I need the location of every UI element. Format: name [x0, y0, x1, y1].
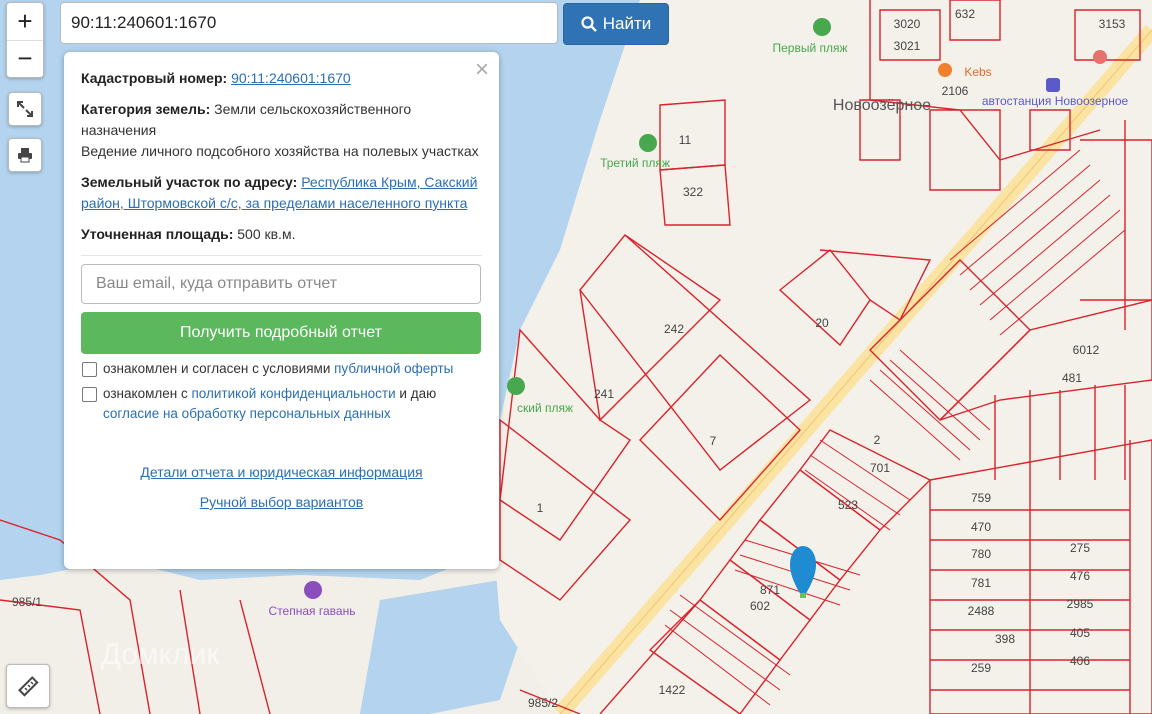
address-row: Земельный участок по адресу: Республика … — [81, 172, 482, 214]
svg-text:523: 523 — [838, 498, 858, 512]
offer-checkbox[interactable] — [82, 362, 97, 377]
svg-text:Домклик: Домклик — [101, 638, 221, 671]
svg-text:Kebs: Kebs — [964, 65, 991, 79]
svg-text:259: 259 — [971, 661, 991, 675]
svg-text:405: 405 — [1070, 626, 1090, 640]
svg-text:ский пляж: ский пляж — [517, 401, 573, 415]
svg-text:985/1: 985/1 — [12, 595, 42, 609]
svg-text:2488: 2488 — [968, 604, 995, 618]
svg-text:781: 781 — [971, 576, 991, 590]
svg-text:871: 871 — [760, 583, 780, 597]
svg-text:602: 602 — [750, 599, 770, 613]
privacy-policy-link[interactable]: политикой конфиденциальности — [191, 386, 395, 401]
area-value: 500 кв.м. — [237, 226, 296, 242]
close-icon[interactable]: × — [475, 56, 489, 84]
svg-text:Третий пляж: Третий пляж — [600, 156, 670, 170]
svg-text:Первый пляж: Первый пляж — [772, 41, 847, 55]
search-icon — [581, 16, 597, 32]
printer-icon — [18, 148, 32, 163]
cadastral-label: Кадастровый номер: — [81, 70, 228, 86]
category-label: Категория земель: — [81, 101, 211, 117]
email-field[interactable]: Ваш email, куда отправить отчет — [81, 264, 481, 304]
svg-text:автостанция Новоозерное: автостанция Новоозерное — [982, 94, 1129, 108]
svg-text:2: 2 — [874, 433, 881, 447]
area-row: Уточненная площадь: 500 кв.м. — [81, 224, 482, 245]
svg-text:406: 406 — [1070, 654, 1090, 668]
svg-text:11: 11 — [679, 133, 692, 147]
offer-link[interactable]: публичной оферты — [334, 361, 453, 376]
get-report-button[interactable]: Получить подробный отчет — [81, 312, 481, 354]
details-link[interactable]: Детали отчета и юридическая информация — [140, 464, 422, 480]
svg-text:7: 7 — [710, 434, 717, 448]
svg-text:2985: 2985 — [1067, 597, 1094, 611]
divider — [81, 255, 482, 256]
zoom-out-button[interactable]: − — [7, 41, 43, 78]
svg-text:241: 241 — [594, 387, 614, 401]
data-processing-link[interactable]: согласие на обработку персональных данны… — [103, 406, 391, 421]
cadastral-link[interactable]: 90:11:240601:1670 — [231, 70, 351, 86]
ruler-button[interactable] — [6, 664, 50, 708]
svg-text:3153: 3153 — [1099, 17, 1126, 31]
svg-text:322: 322 — [683, 185, 703, 199]
svg-text:632: 632 — [955, 7, 975, 21]
svg-text:Новоозёрное: Новоозёрное — [833, 97, 931, 114]
svg-text:759: 759 — [971, 491, 991, 505]
zoom-control: + − — [6, 2, 44, 78]
search-button-label: Найти — [602, 14, 652, 33]
svg-text:701: 701 — [870, 461, 890, 475]
ruler-icon — [18, 676, 39, 697]
category-row: Категория земель: Земли сельскохозяйстве… — [81, 99, 482, 162]
svg-text:2106: 2106 — [942, 84, 969, 98]
offer-consent[interactable]: ознакомлен и согласен с условиями публич… — [81, 359, 482, 379]
svg-text:476: 476 — [1070, 569, 1090, 583]
svg-text:20: 20 — [815, 316, 829, 330]
print-button[interactable] — [8, 138, 42, 172]
privacy-consent[interactable]: ознакомлен с политикой конфиденциальност… — [81, 384, 482, 424]
svg-text:3020: 3020 — [894, 17, 921, 31]
svg-text:470: 470 — [971, 520, 991, 534]
svg-text:398: 398 — [995, 632, 1015, 646]
svg-text:3021: 3021 — [894, 39, 921, 53]
fullscreen-button[interactable] — [8, 92, 42, 126]
privacy-consent-text: ознакомлен с политикой конфиденциальност… — [103, 386, 437, 421]
svg-text:275: 275 — [1070, 541, 1090, 555]
area-label: Уточненная площадь: — [81, 226, 234, 242]
svg-text:Степная гавань: Степная гавань — [269, 604, 356, 618]
address-label: Земельный участок по адресу: — [81, 174, 298, 190]
category-use: Ведение личного подсобного хозяйства на … — [81, 143, 479, 159]
svg-text:1422: 1422 — [659, 683, 686, 697]
svg-text:6012: 6012 — [1073, 343, 1100, 357]
zoom-in-button[interactable]: + — [7, 3, 43, 41]
svg-text:242: 242 — [664, 322, 684, 336]
svg-text:985/2: 985/2 — [528, 696, 558, 710]
search-button[interactable]: Найти — [563, 3, 669, 45]
offer-consent-text: ознакомлен и согласен с условиями публич… — [103, 361, 454, 376]
parcel-info-panel: × Кадастровый номер: 90:11:240601:1670 К… — [64, 52, 499, 569]
cadastral-row: Кадастровый номер: 90:11:240601:1670 — [81, 68, 482, 89]
privacy-checkbox[interactable] — [82, 387, 97, 402]
svg-text:780: 780 — [971, 547, 991, 561]
svg-text:1: 1 — [537, 501, 544, 515]
manual-selection-link[interactable]: Ручной выбор вариантов — [200, 494, 364, 510]
expand-icon — [17, 101, 33, 117]
svg-text:481: 481 — [1062, 371, 1082, 385]
search-input[interactable] — [60, 2, 558, 44]
